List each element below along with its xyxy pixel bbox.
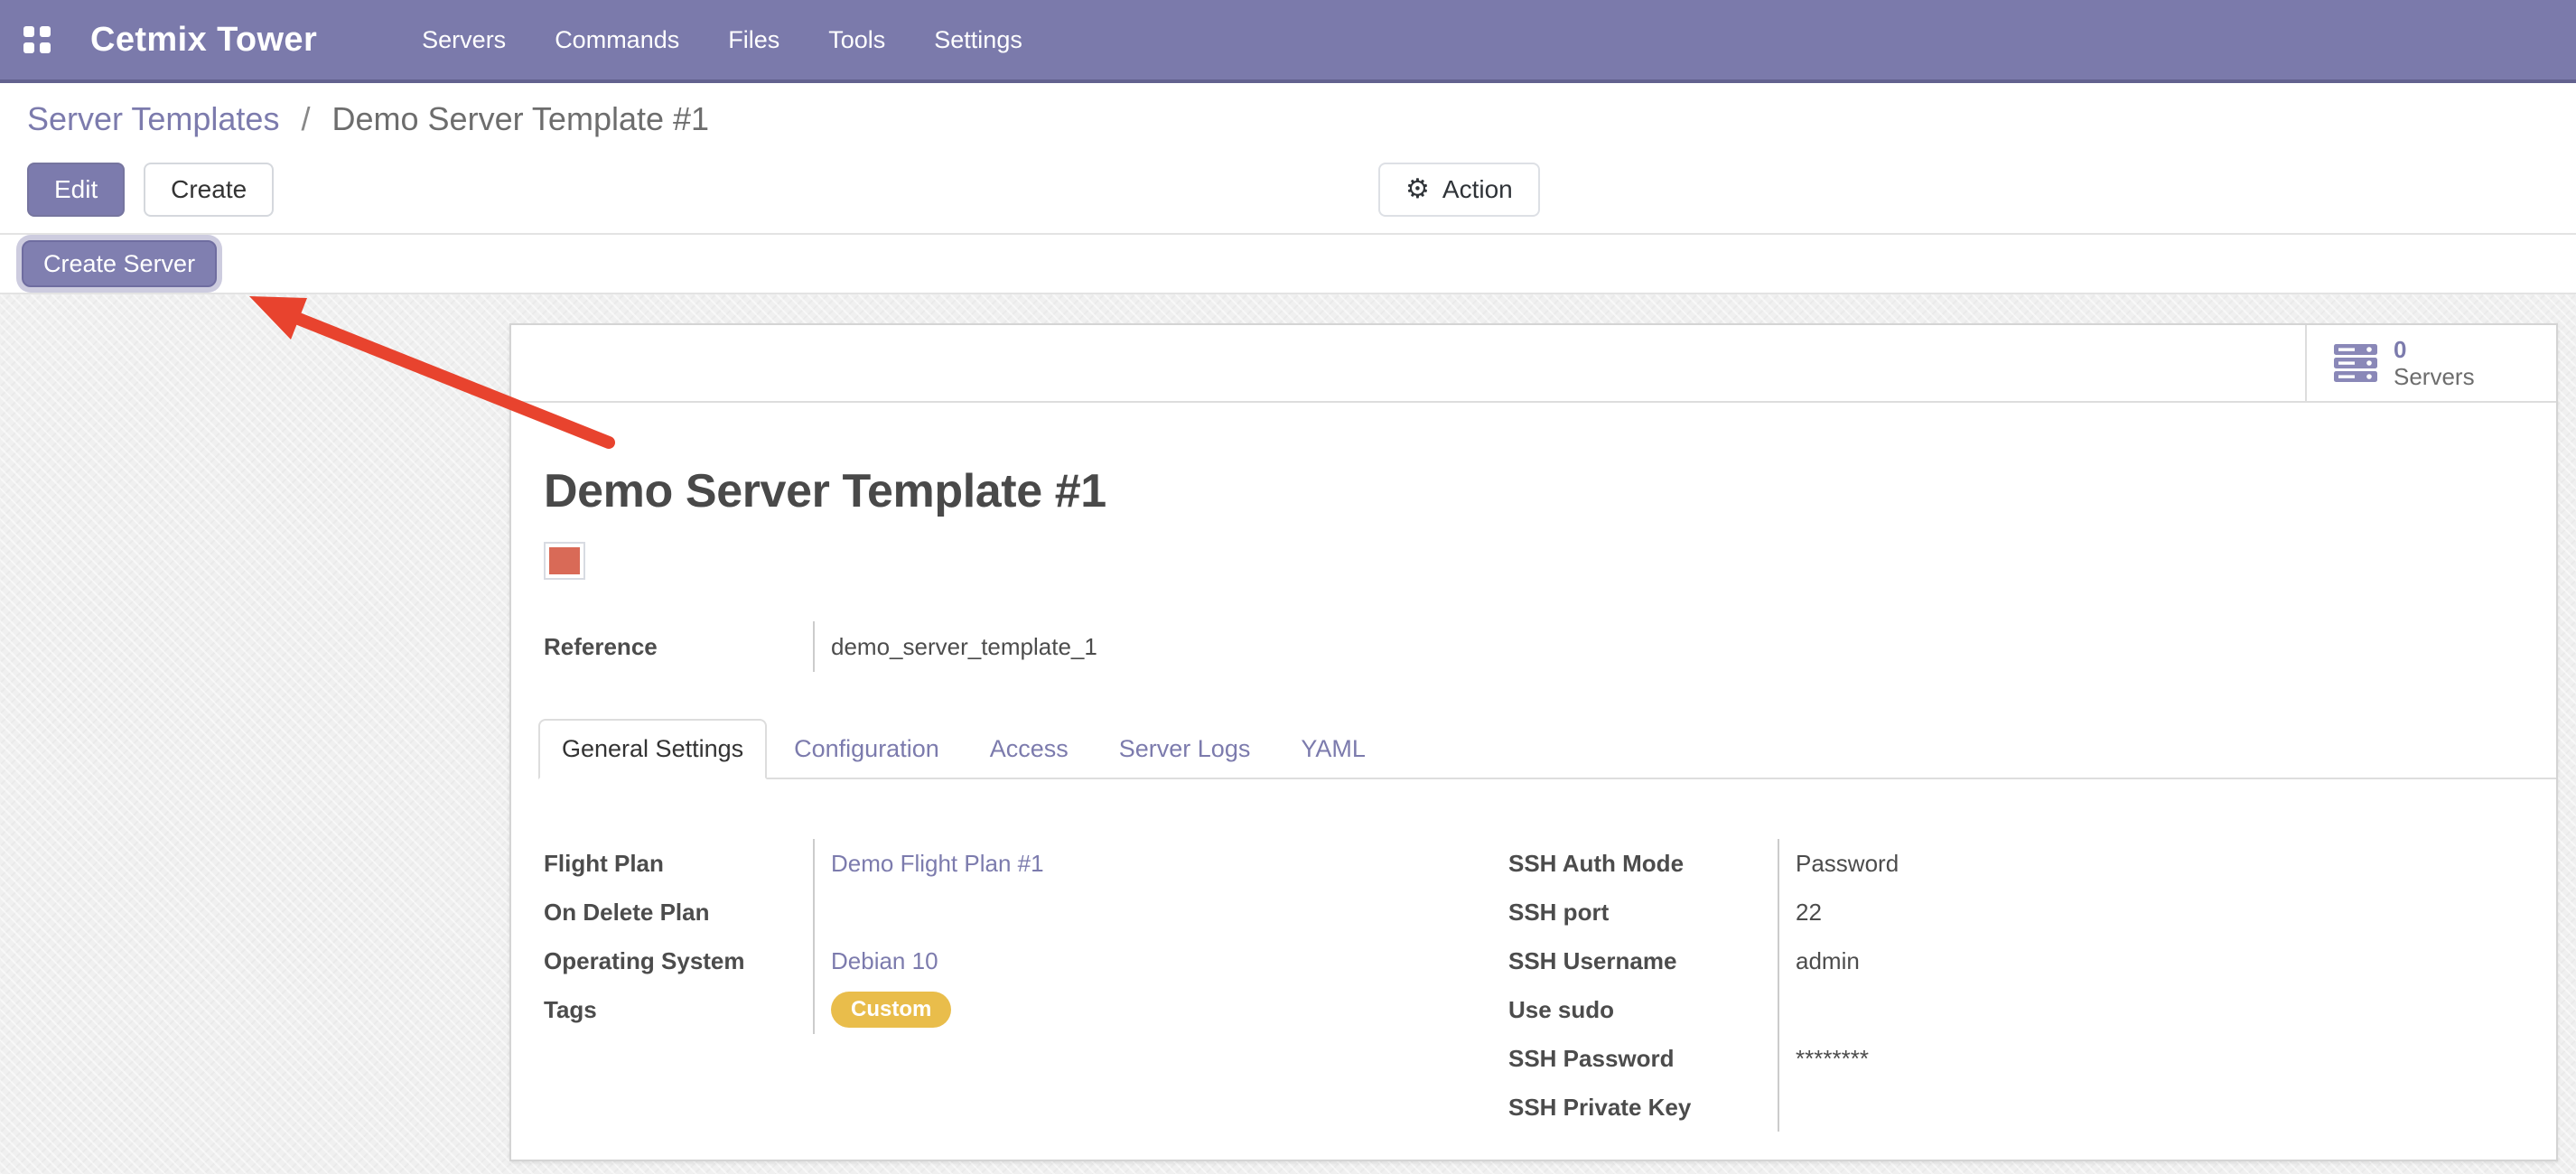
ssh-auth-mode-label: SSH Auth Mode bbox=[1508, 850, 1778, 878]
action-button-label: Action bbox=[1442, 175, 1513, 204]
brand-title[interactable]: Cetmix Tower bbox=[90, 21, 317, 60]
breadcrumb-separator: / bbox=[301, 100, 310, 137]
content-area: 0 Servers Demo Server Template #1 Refere… bbox=[0, 294, 2576, 1174]
servers-stat-text: 0 Servers bbox=[2394, 336, 2475, 390]
servers-stat-value: 0 bbox=[2394, 336, 2475, 363]
sheet-top-band: 0 Servers bbox=[511, 325, 2556, 403]
menu-item-settings[interactable]: Settings bbox=[934, 26, 1022, 54]
tab-configuration[interactable]: Configuration bbox=[770, 719, 963, 779]
server-stack-icon bbox=[2334, 344, 2377, 382]
breadcrumb-parent-link[interactable]: Server Templates bbox=[27, 100, 279, 137]
ssh-auth-mode-value: Password bbox=[1778, 839, 2520, 888]
right-field-group: SSH Auth Mode Password SSH port 22 SSH U… bbox=[1508, 839, 2520, 1132]
ssh-password-label: SSH Password bbox=[1508, 1045, 1778, 1073]
ssh-private-key-value bbox=[1778, 1083, 2520, 1132]
notebook-tabs: General Settings Configuration Access Se… bbox=[538, 719, 2556, 779]
ssh-username-value: admin bbox=[1778, 936, 2520, 985]
record-title: Demo Server Template #1 bbox=[544, 464, 2520, 518]
tag-badge-custom: Custom bbox=[831, 992, 951, 1028]
operating-system-link[interactable]: Debian 10 bbox=[831, 947, 938, 975]
app-window: Cetmix Tower Servers Commands Files Tool… bbox=[0, 0, 2576, 1174]
reference-value: demo_server_template_1 bbox=[813, 621, 2520, 672]
field-row-ssh-private-key: SSH Private Key bbox=[1508, 1083, 2520, 1132]
breadcrumb-current: Demo Server Template #1 bbox=[332, 100, 710, 137]
ssh-private-key-label: SSH Private Key bbox=[1508, 1094, 1778, 1122]
menu-item-servers[interactable]: Servers bbox=[422, 26, 506, 54]
apps-grid-icon[interactable] bbox=[23, 26, 51, 53]
create-button[interactable]: Create bbox=[144, 163, 274, 217]
servers-stat-label: Servers bbox=[2394, 363, 2475, 390]
ssh-username-label: SSH Username bbox=[1508, 947, 1778, 975]
menu-item-files[interactable]: Files bbox=[728, 26, 779, 54]
field-row-on-delete-plan: On Delete Plan bbox=[544, 888, 1508, 936]
on-delete-plan-label: On Delete Plan bbox=[544, 899, 813, 927]
field-row-operating-system: Operating System Debian 10 bbox=[544, 936, 1508, 985]
template-color-swatch bbox=[544, 542, 585, 580]
reference-field-row: Reference demo_server_template_1 bbox=[544, 621, 2520, 672]
field-row-flight-plan: Flight Plan Demo Flight Plan #1 bbox=[544, 839, 1508, 888]
ssh-port-value: 22 bbox=[1778, 888, 2520, 936]
gear-icon: ⚙ bbox=[1405, 176, 1430, 203]
tab-general-settings[interactable]: General Settings bbox=[538, 719, 767, 779]
menu-item-tools[interactable]: Tools bbox=[828, 26, 885, 54]
control-panel-buttons: Edit Create ⚙ Action bbox=[27, 163, 2549, 217]
field-row-use-sudo: Use sudo bbox=[1508, 985, 2520, 1034]
ssh-port-label: SSH port bbox=[1508, 899, 1778, 927]
field-row-ssh-port: SSH port 22 bbox=[1508, 888, 2520, 936]
action-dropdown-button[interactable]: ⚙ Action bbox=[1378, 163, 1540, 217]
create-server-button[interactable]: Create Server bbox=[22, 240, 217, 287]
top-navbar: Cetmix Tower Servers Commands Files Tool… bbox=[0, 0, 2576, 83]
tab-yaml[interactable]: YAML bbox=[1277, 719, 1389, 779]
menu-item-commands[interactable]: Commands bbox=[555, 26, 679, 54]
field-row-tags: Tags Custom bbox=[544, 985, 1508, 1034]
tags-label: Tags bbox=[544, 996, 813, 1024]
servers-stat-button[interactable]: 0 Servers bbox=[2305, 325, 2556, 401]
field-columns: Flight Plan Demo Flight Plan #1 On Delet… bbox=[544, 839, 2520, 1132]
form-sheet: 0 Servers Demo Server Template #1 Refere… bbox=[509, 323, 2558, 1161]
on-delete-plan-value bbox=[813, 888, 1508, 936]
left-field-group: Flight Plan Demo Flight Plan #1 On Delet… bbox=[544, 839, 1508, 1132]
field-row-ssh-password: SSH Password ******** bbox=[1508, 1034, 2520, 1083]
use-sudo-value bbox=[1778, 985, 2520, 1034]
control-panel: Server Templates / Demo Server Template … bbox=[0, 83, 2576, 233]
tab-access[interactable]: Access bbox=[966, 719, 1092, 779]
sheet-body: Demo Server Template #1 Reference demo_s… bbox=[511, 403, 2556, 1132]
operating-system-label: Operating System bbox=[544, 947, 813, 975]
ssh-password-value: ******** bbox=[1778, 1034, 2520, 1083]
reference-label: Reference bbox=[544, 633, 813, 661]
main-menu: Servers Commands Files Tools Settings bbox=[422, 26, 1022, 54]
breadcrumb: Server Templates / Demo Server Template … bbox=[27, 98, 2549, 141]
field-row-ssh-username: SSH Username admin bbox=[1508, 936, 2520, 985]
create-server-row: Create Server bbox=[0, 233, 2576, 294]
flight-plan-link[interactable]: Demo Flight Plan #1 bbox=[831, 850, 1044, 878]
tab-server-logs[interactable]: Server Logs bbox=[1096, 719, 1274, 779]
use-sudo-label: Use sudo bbox=[1508, 996, 1778, 1024]
field-row-ssh-auth-mode: SSH Auth Mode Password bbox=[1508, 839, 2520, 888]
edit-button[interactable]: Edit bbox=[27, 163, 125, 217]
flight-plan-label: Flight Plan bbox=[544, 850, 813, 878]
